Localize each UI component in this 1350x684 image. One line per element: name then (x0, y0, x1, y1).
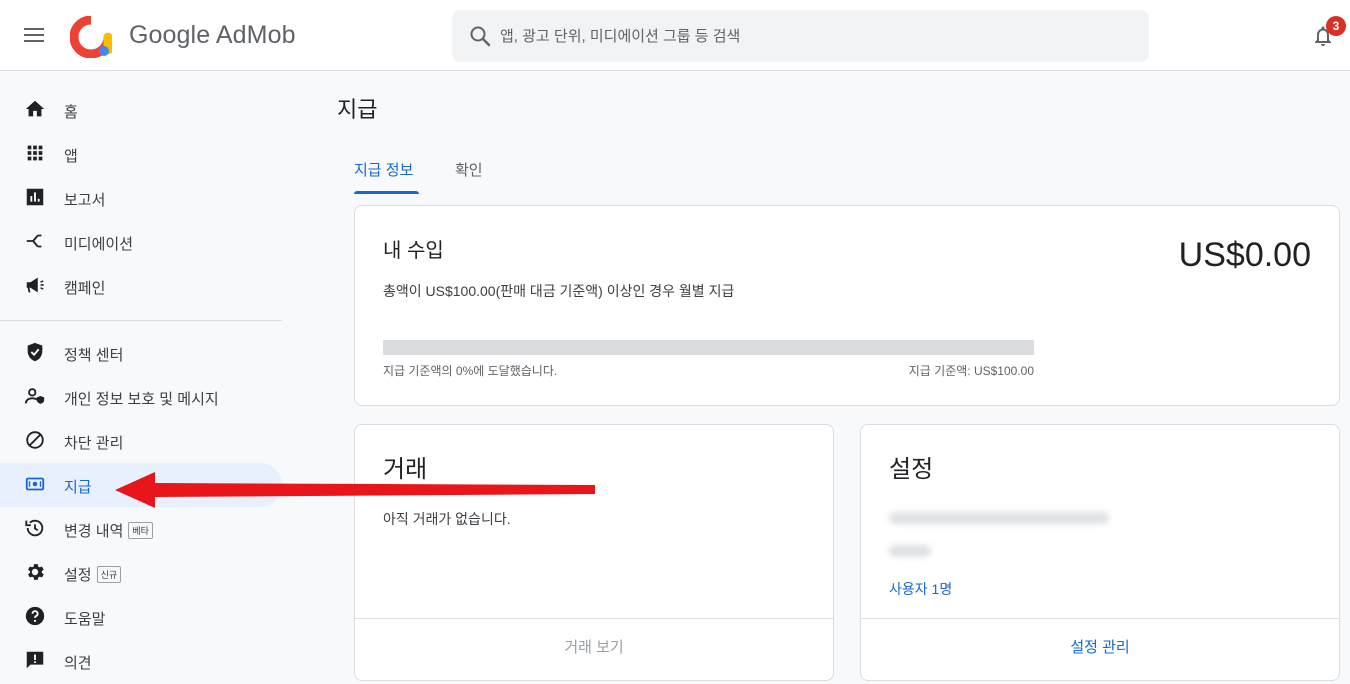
sidebar-item-mediation[interactable]: 미디에이션 (0, 220, 282, 264)
view-transactions-button[interactable]: 거래 보기 (355, 618, 833, 681)
apps-grid-icon (27, 145, 43, 161)
search-icon (470, 26, 491, 47)
megaphone-icon (26, 277, 44, 293)
sidebar-item-label: 설정 신규 (64, 564, 122, 585)
sidebar-item-label: 앱 (64, 148, 78, 165)
sidebar-item-label: 차단 관리 (64, 435, 124, 452)
sidebar-item-blocking-controls[interactable]: 차단 관리 (0, 419, 282, 463)
sidebar-item-settings[interactable]: 설정 신규 (0, 551, 282, 595)
annotation-arrow-icon (115, 472, 595, 508)
redacted-account-info (889, 512, 1109, 524)
sidebar-item-label: 개인 정보 보호 및 메시지 (64, 391, 219, 408)
search-bar[interactable] (452, 10, 1149, 62)
transactions-card: 거래 아직 거래가 없습니다. 거래 보기 (354, 424, 834, 681)
sidebar-item-label: 캠페인 (64, 280, 106, 297)
earnings-title: 내 수입 (383, 240, 444, 262)
sidebar-item-label: 정책 센터 (64, 347, 124, 364)
privacy-user-icon (24, 388, 45, 404)
sidebar-item-label: 도움말 (64, 611, 106, 628)
tab-verification[interactable]: 확인 (455, 150, 490, 194)
new-tag: 신규 (96, 566, 122, 583)
notification-count-badge[interactable]: 3 (1326, 16, 1346, 36)
earnings-description: 총액이 US$100.00(판매 대금 기준액) 이상인 경우 월별 지급 (383, 283, 735, 299)
sidebar-item-privacy-messaging[interactable]: 개인 정보 보호 및 메시지 (0, 375, 282, 419)
search-input[interactable] (500, 10, 1130, 62)
sidebar-item-label: 의견 (64, 655, 92, 672)
sidebar-item-help[interactable]: 도움말 (0, 595, 282, 639)
sidebar-item-home[interactable]: 홈 (0, 88, 282, 132)
sidebar-item-label: 변경 내역 베타 (64, 520, 153, 541)
redacted-account-info (889, 545, 931, 557)
sidebar-item-label: 보고서 (64, 192, 106, 209)
progress-reached-text: 지급 기준액의 0%에 도달했습니다. (383, 364, 558, 378)
settings-card: 설정 사용자 1명 설정 관리 (860, 424, 1340, 681)
sidebar-divider (0, 320, 282, 321)
sidebar-item-reports[interactable]: 보고서 (0, 176, 282, 220)
home-icon (25, 100, 45, 117)
sidebar-item-label: 지급 (64, 479, 92, 496)
tab-label: 확인 (455, 162, 483, 179)
settings-gear-icon (28, 564, 44, 580)
beta-tag: 베타 (128, 522, 153, 539)
sidebar-item-label: 미디에이션 (64, 236, 134, 253)
payment-threshold-progress-bar (383, 340, 1034, 355)
transactions-empty-text: 아직 거래가 없습니다. (383, 511, 511, 527)
top-app-bar: Google AdMob 3 (0, 0, 1350, 71)
earnings-amount: US$0.00 (1178, 236, 1311, 274)
progress-threshold-text: 지급 기준액: US$100.00 (908, 364, 1034, 378)
sidebar-item-campaigns[interactable]: 캠페인 (0, 264, 282, 308)
earnings-card: 내 수입 US$0.00 총액이 US$100.00(판매 대금 기준액) 이상… (354, 205, 1340, 406)
bar-chart-icon (26, 188, 44, 206)
sidebar-item-label: 홈 (64, 104, 78, 121)
tab-active-indicator (354, 191, 419, 194)
sidebar-item-change-history[interactable]: 변경 내역 베타 (0, 507, 282, 551)
hamburger-menu-icon[interactable] (22, 24, 46, 46)
tab-label: 지급 정보 (354, 162, 414, 179)
sidebar-item-apps[interactable]: 앱 (0, 132, 282, 176)
users-link[interactable]: 사용자 1명 (889, 579, 952, 599)
manage-settings-button[interactable]: 설정 관리 (861, 618, 1339, 681)
mediation-icon (26, 234, 42, 248)
payments-icon (25, 477, 45, 491)
help-icon (25, 606, 45, 626)
history-icon (25, 519, 44, 537)
block-icon (26, 431, 44, 449)
page-title: 지급 (337, 97, 378, 122)
feedback-icon (26, 651, 44, 669)
tab-payment-info[interactable]: 지급 정보 (354, 150, 419, 194)
settings-title: 설정 (889, 456, 934, 483)
sidebar-item-policy-center[interactable]: 정책 센터 (0, 331, 282, 375)
sidebar-item-feedback[interactable]: 의견 (0, 639, 282, 683)
admob-logo-icon[interactable] (70, 16, 112, 58)
sidebar-nav: 홈 앱 보고서 미디에이션 캠페인 정책 센터 개인 정보 보호 및 메시지 차… (0, 71, 290, 684)
shield-check-icon (27, 342, 43, 362)
brand-name[interactable]: Google AdMob (129, 21, 296, 50)
